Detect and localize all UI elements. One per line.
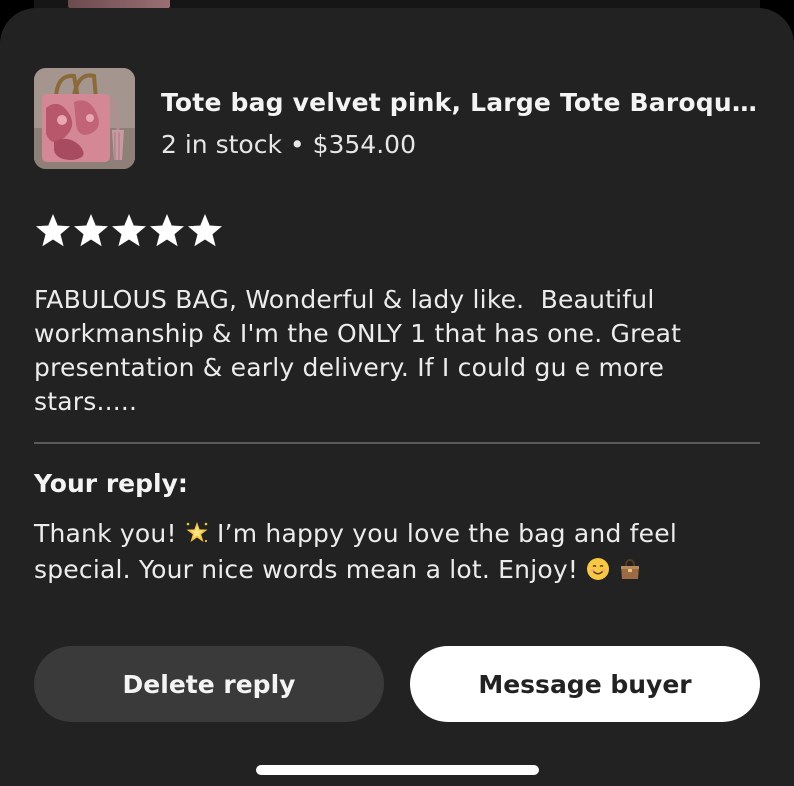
divider bbox=[34, 442, 760, 444]
star-icon bbox=[150, 214, 184, 247]
meta-separator: • bbox=[289, 130, 305, 159]
pink-velvet-tote-bag-photo-icon bbox=[34, 68, 135, 169]
star-icon bbox=[188, 214, 222, 247]
smiling-face-icon bbox=[587, 558, 610, 580]
product-thumbnail[interactable] bbox=[34, 68, 135, 169]
background-thumbnail bbox=[68, 0, 170, 8]
product-price: $354.00 bbox=[312, 130, 416, 159]
product-stock-price: 2 in stock • $354.00 bbox=[161, 130, 416, 159]
star-icon bbox=[112, 214, 146, 247]
star-icon bbox=[36, 214, 70, 247]
handbag-icon bbox=[621, 559, 640, 579]
star-icon bbox=[74, 214, 108, 247]
home-indicator[interactable] bbox=[256, 765, 539, 775]
reply-text: Thank you! I’m happy you love the bag an… bbox=[34, 516, 734, 588]
reply-heading: Your reply: bbox=[34, 469, 188, 498]
stock-count: 2 in stock bbox=[161, 130, 282, 159]
message-buyer-button[interactable]: Message buyer bbox=[410, 646, 760, 722]
product-summary[interactable]: Tote bag velvet pink, Large Tote Baroque… bbox=[34, 68, 760, 170]
review-reply-sheet: Tote bag velvet pink, Large Tote Baroque… bbox=[0, 8, 794, 786]
review-text: FABULOUS BAG, Wonderful & lady like. Bea… bbox=[34, 285, 682, 416]
product-title[interactable]: Tote bag velvet pink, Large Tote Baroque… bbox=[161, 88, 760, 117]
reply-text-part1: Thank you! bbox=[34, 519, 177, 548]
rating-stars bbox=[34, 208, 224, 252]
delete-reply-button[interactable]: Delete reply bbox=[34, 646, 384, 722]
sparkle-star-icon bbox=[186, 522, 208, 543]
